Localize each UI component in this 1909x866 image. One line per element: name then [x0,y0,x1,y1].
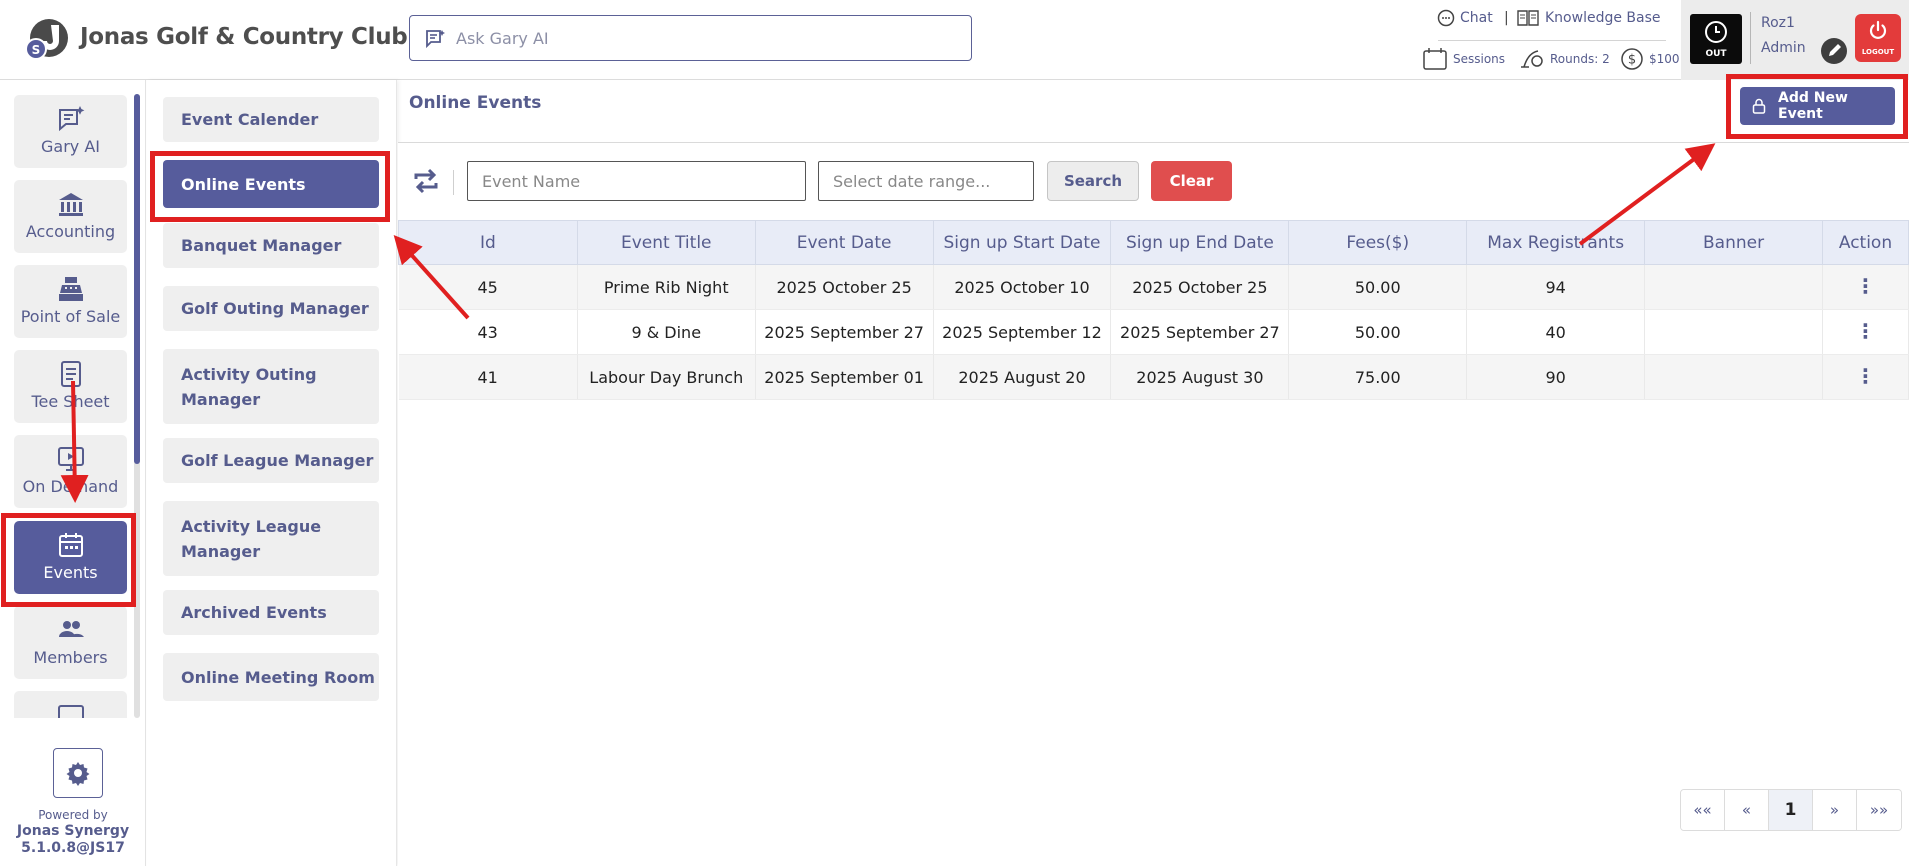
arrow-to-events [60,380,89,503]
annotation-arrows [60,143,1716,503]
arrow-to-add-new-event [1578,143,1716,246]
arrow-to-online-events [393,235,470,320]
